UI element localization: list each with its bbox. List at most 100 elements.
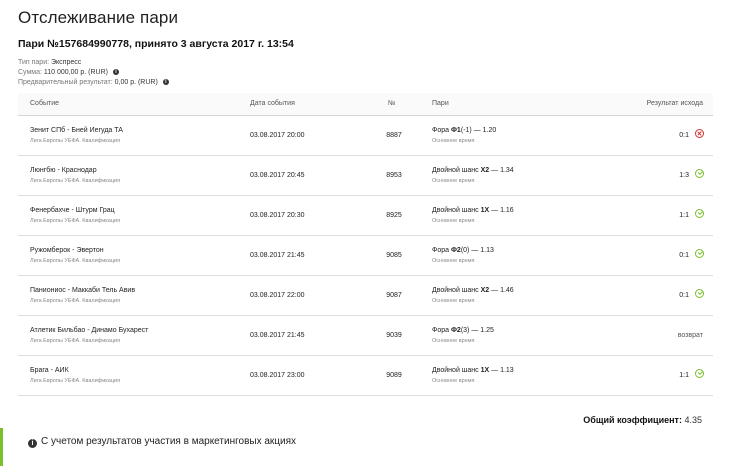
bet-outcome: Двойной шанс X2 — 1.46 bbox=[432, 287, 514, 294]
table-row: Зенит СПб - Бней Иегуда ТА Лига Европы УЕ… bbox=[18, 116, 713, 156]
event-date: 03.08.2017 23:00 bbox=[250, 372, 305, 379]
event-league: Лига Европы УЕФА. Квалификация bbox=[30, 218, 121, 224]
total-label: Общий коэффициент: bbox=[583, 415, 682, 425]
bet-period: Основное время bbox=[432, 258, 475, 264]
bet-code: 1X bbox=[480, 367, 490, 374]
event-league: Лига Европы УЕФА. Квалификация bbox=[30, 178, 121, 184]
table-row: Люнгбю - Краснодар Лига Европы УЕФА. Квал… bbox=[18, 156, 713, 196]
bet-odds: — 1.16 bbox=[489, 207, 514, 214]
bet-code: X2 bbox=[480, 167, 490, 174]
info-icon: i bbox=[28, 439, 37, 448]
event-league: Лига Европы УЕФА. Квалификация bbox=[30, 138, 121, 144]
event-league: Лига Европы УЕФА. Квалификация bbox=[30, 338, 121, 344]
bet-code: 1X bbox=[480, 207, 490, 214]
event-number: 9085 bbox=[386, 252, 402, 259]
bet-type-value: Экспресс bbox=[51, 59, 82, 66]
total-value: 4.35 bbox=[684, 415, 702, 425]
total-coefficient: Общий коэффициент: 4.35 bbox=[583, 415, 702, 425]
check-circle-icon bbox=[695, 369, 704, 378]
events-table: Событие Дата события № Пари Результат ис… bbox=[18, 93, 713, 396]
bet-period: Основное время bbox=[432, 218, 475, 224]
event-name[interactable]: Фенербахче - Штурм Грац bbox=[30, 207, 115, 214]
table-header: Событие Дата события № Пари Результат ис… bbox=[18, 93, 713, 116]
event-date: 03.08.2017 20:30 bbox=[250, 212, 305, 219]
event-name[interactable]: Ружомберок - Эвертон bbox=[30, 247, 104, 254]
prelim-result-value: 0,00 р. (RUR) bbox=[114, 79, 158, 86]
event-number: 8953 bbox=[386, 172, 402, 179]
bet-sum-label: Сумма: bbox=[18, 69, 42, 76]
prelim-result-label: Предварительный результат: bbox=[18, 79, 113, 86]
bet-outcome: Фора Ф1(-1) — 1.20 bbox=[432, 127, 496, 134]
event-number: 8925 bbox=[386, 212, 402, 219]
bet-code: Ф2 bbox=[450, 327, 461, 334]
bet-type: Фора bbox=[432, 327, 451, 334]
bet-code: X2 bbox=[480, 287, 490, 294]
info-icon[interactable]: i bbox=[112, 69, 119, 75]
table-row: Ружомберок - Эвертон Лига Европы УЕФА. Кв… bbox=[18, 236, 713, 276]
table-row: Брага - АИК Лига Европы УЕФА. Квалификаци… bbox=[18, 356, 713, 396]
event-name[interactable]: Атлетик Бильбао - Динамо Бухарест bbox=[30, 327, 148, 334]
event-name[interactable]: Зенит СПб - Бней Иегуда ТА bbox=[30, 127, 123, 134]
bet-type-line: Тип пари: Экспресс bbox=[18, 58, 81, 68]
bet-period: Основное время bbox=[432, 338, 475, 344]
bet-type: Двойной шанс bbox=[432, 207, 481, 214]
check-circle-icon bbox=[695, 249, 704, 258]
bet-period: Основное время bbox=[432, 178, 475, 184]
bet-outcome: Двойной шанс 1X — 1.16 bbox=[432, 207, 514, 214]
event-number: 8887 bbox=[386, 132, 402, 139]
check-circle-icon bbox=[695, 289, 704, 298]
event-name[interactable]: Люнгбю - Краснодар bbox=[30, 167, 97, 174]
event-date: 03.08.2017 21:45 bbox=[250, 252, 305, 259]
bet-heading: Пари №157684990778, принято 3 августа 20… bbox=[18, 38, 294, 50]
accent-bar bbox=[0, 428, 3, 466]
bet-sum-line: Сумма: 110 000,00 р. (RUR) i bbox=[18, 68, 119, 78]
bet-outcome: Двойной шанс 1X — 1.13 bbox=[432, 367, 514, 374]
info-icon[interactable]: i bbox=[162, 79, 169, 85]
cross-circle-icon bbox=[695, 129, 704, 138]
bet-type: Фора bbox=[432, 127, 451, 134]
header-result: Результат исхода bbox=[646, 100, 703, 107]
prelim-result-line: Предварительный результат: 0,00 р. (RUR)… bbox=[18, 78, 169, 88]
event-number: 9089 bbox=[386, 372, 402, 379]
bet-outcome: Фора Ф2(3) — 1.25 bbox=[432, 327, 494, 334]
check-circle-icon bbox=[695, 209, 704, 218]
bet-type: Двойной шанс bbox=[432, 367, 481, 374]
bet-odds: — 1.34 bbox=[489, 167, 514, 174]
page-title: Отслеживание пари bbox=[18, 8, 179, 27]
table-row: Фенербахче - Штурм Грац Лига Европы УЕФА.… bbox=[18, 196, 713, 236]
event-date: 03.08.2017 21:45 bbox=[250, 332, 305, 339]
bet-outcome: Фора Ф2(0) — 1.13 bbox=[432, 247, 494, 254]
event-number: 9039 bbox=[386, 332, 402, 339]
bet-sum-value: 110 000,00 р. (RUR) bbox=[43, 69, 108, 76]
table-row: Паниониос - Маккаби Тель Авив Лига Европы… bbox=[18, 276, 713, 316]
event-date: 03.08.2017 20:00 bbox=[250, 132, 305, 139]
event-name[interactable]: Брага - АИК bbox=[30, 367, 69, 374]
event-date: 03.08.2017 22:00 bbox=[250, 292, 305, 299]
bet-odds: (3) — 1.25 bbox=[460, 327, 494, 334]
check-circle-icon bbox=[695, 169, 704, 178]
bet-type-label: Тип пари: bbox=[18, 59, 50, 66]
bet-odds: — 1.13 bbox=[489, 367, 514, 374]
bet-code: Ф2 bbox=[450, 247, 461, 254]
event-name[interactable]: Паниониос - Маккаби Тель Авив bbox=[30, 287, 135, 294]
result-score: 1:3 bbox=[679, 172, 689, 179]
marketing-note-text: С учетом результатов участия в маркетинг… bbox=[41, 436, 297, 447]
bet-odds: (-1) — 1.20 bbox=[460, 127, 497, 134]
result-refund: возврат bbox=[677, 332, 703, 339]
header-event: Событие bbox=[30, 100, 59, 107]
bet-type: Фора bbox=[432, 247, 451, 254]
bet-period: Основное время bbox=[432, 298, 475, 304]
bet-odds: (0) — 1.13 bbox=[460, 247, 494, 254]
header-number: № bbox=[388, 100, 396, 107]
marketing-note: i С учетом результатов участия в маркетин… bbox=[28, 436, 296, 448]
header-bet: Пари bbox=[432, 100, 449, 107]
event-league: Лига Европы УЕФА. Квалификация bbox=[30, 258, 121, 264]
result-score: 0:1 bbox=[679, 132, 689, 139]
event-league: Лига Европы УЕФА. Квалификация bbox=[30, 298, 121, 304]
result-score: 1:1 bbox=[679, 212, 689, 219]
bet-period: Основное время bbox=[432, 138, 475, 144]
result-score: 0:1 bbox=[679, 292, 689, 299]
result-score: 1:1 bbox=[679, 372, 689, 379]
header-date: Дата события bbox=[250, 100, 295, 107]
event-league: Лига Европы УЕФА. Квалификация bbox=[30, 378, 121, 384]
